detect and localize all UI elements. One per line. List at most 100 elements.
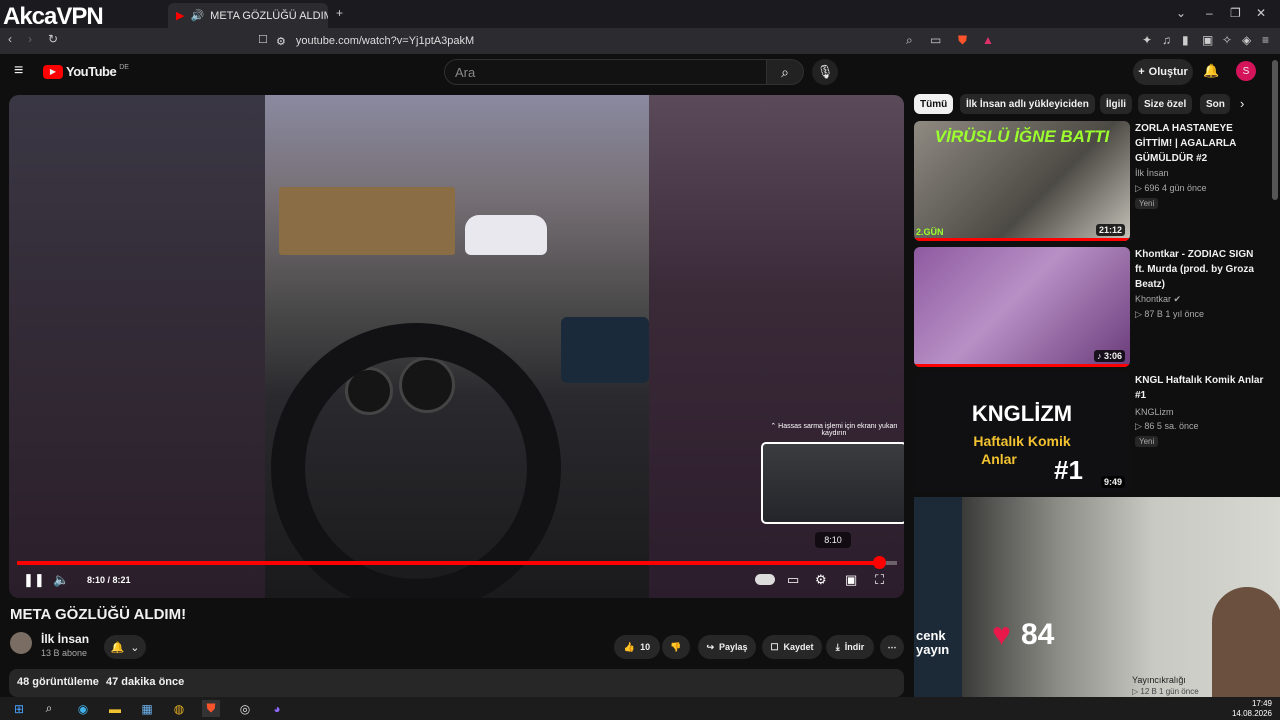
channel-name[interactable]: İlk İnsan [41, 632, 89, 646]
fullscreen-icon[interactable]: ⛶ [875, 572, 884, 588]
recommendation-title: ZORLA HASTANEYE GİTTİM! | AGALARLA GÜMÜL… [1135, 123, 1236, 164]
guide-menu-icon[interactable]: ≡ [14, 62, 23, 80]
view-count: 48 görüntüleme [17, 676, 99, 688]
subscription-bell-button[interactable]: 🔔 ⌄ [104, 635, 146, 659]
back-icon[interactable]: ‹ [8, 32, 12, 46]
thumbnail-subheading: Haftalık Komik [973, 433, 1071, 449]
chip-all[interactable]: Tümü [914, 94, 954, 114]
rewards-icon[interactable]: ▲ [982, 33, 994, 47]
recommendation-thumbnail[interactable]: ♪ 3:06 [914, 247, 1130, 367]
partial-recommendation-thumbnail[interactable]: cenk yayın [914, 497, 962, 697]
share-label: Paylaş [719, 642, 748, 652]
pause-icon[interactable]: ❚❚ [23, 572, 45, 588]
settings-gear-icon[interactable]: ⚙ [815, 572, 827, 588]
cast-icon[interactable]: ▭ [930, 33, 941, 47]
notifications-bell-icon[interactable]: 🔔 [1203, 63, 1219, 79]
more-actions-button[interactable]: ⋯ [880, 635, 904, 659]
search-icon: ⌕ [781, 63, 789, 80]
watched-bar [914, 364, 1130, 367]
recommendation-meta: ▷ 696 4 gün önce [1135, 183, 1207, 193]
chip-from-uploader[interactable]: İlk İnsan adlı yükleyiciden [960, 94, 1095, 114]
volume-icon[interactable]: 🔈 [53, 572, 69, 588]
recommendation-meta: ▷ 87 B 1 yıl önce [1135, 309, 1204, 319]
taskbar-clock[interactable]: 17:49 14.08.2026 [1232, 699, 1272, 719]
brave-shield-icon[interactable]: ⛊ [958, 33, 967, 48]
description-box[interactable]: 48 görüntüleme 47 dakika önce [9, 669, 904, 697]
page-scrollbar[interactable] [1272, 60, 1278, 200]
audio-icon[interactable]: 🔊 [190, 9, 204, 22]
dislike-button[interactable]: 👎 [662, 635, 690, 659]
extensions-icon[interactable]: ✦ [1142, 33, 1152, 47]
save-button[interactable]: ☐ Kaydet [762, 635, 822, 659]
obs-icon[interactable]: ◎ [236, 700, 254, 717]
zoom-icon[interactable]: ⌕ [906, 33, 913, 48]
voice-search-button[interactable]: 🎙 [812, 59, 838, 85]
chip-related[interactable]: İlgili [1100, 94, 1132, 114]
tab-list-chevron-icon[interactable]: ⌄ [1176, 6, 1186, 20]
chrome-icon[interactable]: ◍ [170, 700, 188, 717]
recommendation-item[interactable]: ♪ 3:06 Khontkar - ZODIAC SIGN ft. Murda … [914, 247, 1270, 367]
chip-for-you[interactable]: Size özel [1138, 94, 1193, 114]
edge-icon[interactable]: ◉ [74, 700, 92, 717]
bell-icon: 🔔 [110, 641, 125, 654]
download-button[interactable]: ⤓ İndir [826, 635, 874, 659]
thumbnail-caption: VİRÜSLÜ İĞNE BATTI [934, 127, 1110, 146]
vpn-icon[interactable]: ◈ [1242, 33, 1251, 47]
video-car [465, 215, 547, 255]
search-button[interactable]: ⌕ [766, 59, 804, 85]
thumbnail-corner-text: 2.GÜN [916, 227, 944, 237]
sidebar-icon[interactable]: ▮ [1182, 33, 1189, 47]
video-title: META GÖZLÜĞÜ ALDIM! [10, 606, 187, 623]
share-button[interactable]: ↪ Paylaş [698, 635, 756, 659]
chips-next-chevron-icon[interactable]: › [1240, 96, 1244, 111]
channel-avatar[interactable] [10, 632, 32, 654]
youtube-header: ≡ ▶ YouTube DE Ara ⌕ 🎙 + Oluştur 🔔 S [0, 54, 1280, 90]
seek-preview-time: 8:10 [815, 532, 851, 548]
recommendation-thumbnail[interactable]: VİRÜSLÜ İĞNE BATTI 2.GÜN 21:12 [914, 121, 1130, 241]
subtitles-icon[interactable]: ▭ [787, 572, 799, 588]
taskbar-search-icon[interactable]: ⌕ [40, 700, 58, 717]
create-button[interactable]: + Oluştur [1133, 59, 1193, 85]
channel-label: Khontkar [1135, 294, 1172, 304]
file-explorer-icon[interactable]: ▬ [106, 700, 124, 717]
maximize-icon[interactable]: ❐ [1230, 6, 1241, 20]
partial-recommendation-meta: ▷ 12 B 1 gün önce [1132, 687, 1199, 696]
discord-icon[interactable]: ◕ [268, 700, 286, 717]
site-info-icon[interactable]: ⚙ [276, 35, 286, 48]
brave-icon[interactable]: ⛊ [202, 700, 220, 717]
chevron-down-icon: ⌄ [130, 641, 140, 654]
video-blur-left [9, 95, 265, 598]
minimize-icon[interactable]: – [1206, 6, 1213, 20]
fine-seek-hint: ⌃ Hassas sarma işlemi için ekranı yukarı… [770, 423, 898, 437]
progress-bar[interactable] [17, 556, 897, 569]
recommendation-item[interactable]: VİRÜSLÜ İĞNE BATTI 2.GÜN 21:12 ZORLA HAS… [914, 121, 1270, 241]
chip-recent[interactable]: Son [1200, 94, 1230, 114]
browser-tab[interactable]: ▶ 🔊 META GÖZLÜĞÜ ALDIM! - Yo ✕ [168, 3, 328, 28]
new-tab-icon[interactable]: + [336, 6, 343, 20]
share-icon: ↪ [706, 641, 714, 652]
bookmark-icon[interactable]: ☐ [258, 33, 268, 46]
close-window-icon[interactable]: ✕ [1256, 6, 1266, 20]
windows-start-icon[interactable]: ⊞ [10, 700, 28, 717]
verified-icon: ✔ [1173, 294, 1182, 304]
wallet-icon[interactable]: ▣ [1202, 33, 1213, 47]
url-field[interactable]: ⚙ youtube.com/watch?v=Yj1ptA3pakM [276, 31, 996, 51]
leo-ai-icon[interactable]: ✧ [1222, 33, 1232, 47]
upload-age: 47 dakika önce [105, 676, 185, 688]
media-icon[interactable]: ♫ [1162, 33, 1171, 47]
video-player[interactable]: ⌃ Hassas sarma işlemi için ekranı yukarı… [9, 95, 904, 598]
recommendation-channel: KNGLizm [1135, 407, 1174, 417]
create-label: Oluştur [1148, 66, 1188, 78]
youtube-logo[interactable]: ▶ YouTube DE [43, 64, 129, 79]
search-input[interactable]: Ara [444, 59, 768, 85]
autoplay-toggle[interactable] [755, 574, 775, 585]
account-avatar[interactable]: S [1236, 61, 1256, 81]
recommendation-item[interactable]: KNGLİZM Haftalık Komik Anlar #1 9:49 KNG… [914, 373, 1270, 493]
miniplayer-icon[interactable]: ▣ [845, 572, 857, 588]
like-button[interactable]: 👍 10 [614, 635, 660, 659]
reload-icon[interactable]: ↻ [48, 32, 58, 46]
forward-icon[interactable]: › [28, 32, 32, 46]
recommendation-thumbnail[interactable]: KNGLİZM Haftalık Komik Anlar #1 9:49 [914, 373, 1130, 493]
store-icon[interactable]: ▦ [138, 700, 156, 717]
menu-icon[interactable]: ≡ [1262, 33, 1269, 47]
